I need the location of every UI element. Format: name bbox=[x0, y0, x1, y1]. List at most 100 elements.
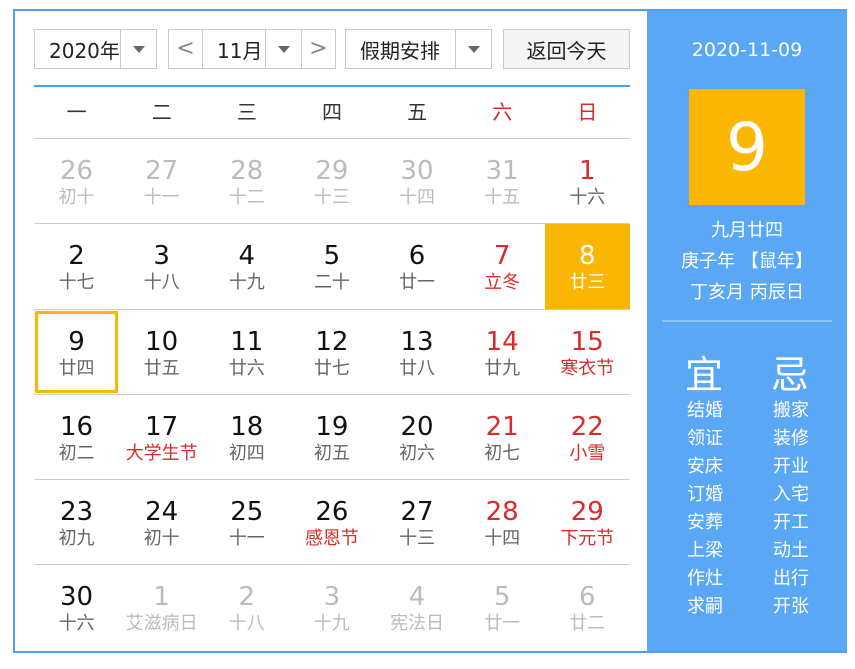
day-cell[interactable]: 4 十九 bbox=[204, 224, 289, 308]
day-cell[interactable]: 30 十六 bbox=[34, 565, 119, 650]
yi-item: 领证 bbox=[687, 428, 723, 449]
lunar-label: 初四 bbox=[228, 442, 265, 464]
yi-list: 结婚 领证 安床 订婚 安葬 上梁 作灶 求嗣 bbox=[675, 397, 735, 621]
day-cell[interactable]: 22 小雪 bbox=[545, 395, 630, 479]
prev-month-button[interactable]: < bbox=[168, 29, 203, 69]
day-number: 27 bbox=[400, 497, 434, 528]
day-number: 29 bbox=[315, 156, 349, 186]
day-cell[interactable]: 3 十九 bbox=[289, 565, 374, 650]
day-cell[interactable]: 21 初七 bbox=[460, 395, 545, 479]
yi-item: 订婚 bbox=[687, 484, 723, 505]
day-cell[interactable]: 15 寒衣节 bbox=[545, 310, 630, 394]
lunar-label: 十八 bbox=[228, 613, 265, 635]
month-dropdown-icon[interactable] bbox=[265, 30, 301, 68]
day-cell[interactable]: 25 十一 bbox=[204, 480, 289, 564]
month-select[interactable]: 11月 bbox=[202, 29, 302, 69]
day-cell[interactable]: 28 十四 bbox=[460, 480, 545, 564]
lunar-label: 廿九 bbox=[484, 357, 521, 379]
lunar-label: 寒衣节 bbox=[560, 357, 615, 379]
lunar-label: 宪法日 bbox=[390, 613, 445, 635]
day-cell[interactable]: 3 十八 bbox=[119, 224, 204, 308]
day-cell[interactable]: 11 廿六 bbox=[204, 310, 289, 394]
ji-item: 开工 bbox=[773, 512, 809, 533]
big-day-number: 9 bbox=[689, 89, 805, 205]
day-cell[interactable]: 12 廿七 bbox=[289, 310, 374, 394]
day-cell[interactable]: 18 初四 bbox=[204, 395, 289, 479]
chevron-right-icon: > bbox=[309, 36, 328, 61]
lunar-label: 初十 bbox=[58, 187, 95, 208]
holiday-select[interactable]: 假期安排 bbox=[345, 29, 492, 69]
ji-heading: 忌 bbox=[771, 353, 810, 397]
day-cell[interactable]: 16 初二 bbox=[34, 395, 119, 479]
lunar-label: 十六 bbox=[569, 187, 606, 208]
day-number: 1 bbox=[153, 582, 170, 613]
day-cell[interactable]: 29 十三 bbox=[289, 139, 374, 223]
day-cell[interactable]: 13 廿八 bbox=[375, 310, 460, 394]
day-cell[interactable]: 26 初十 bbox=[34, 139, 119, 223]
day-cell[interactable]: 6 廿一 bbox=[375, 224, 460, 308]
lunar-label: 十二 bbox=[228, 187, 265, 208]
day-cell[interactable]: 27 十一 bbox=[119, 139, 204, 223]
day-cell[interactable]: 10 廿五 bbox=[119, 310, 204, 394]
week-row: 16 初二 17 大学生节 18 初四 19 初五 20 初六 21 初七 22 小雪 bbox=[34, 395, 630, 481]
day-cell[interactable]: 24 初十 bbox=[119, 480, 204, 564]
day-grid: 26 初十 27 十一 28 十二 29 十三 30 十四 31 十五 1 十六 2 十七 3 十八 4 十九 5 二十 6… bbox=[34, 139, 630, 651]
day-cell[interactable]: 14 廿九 bbox=[460, 310, 545, 394]
lunar-label: 初二 bbox=[58, 442, 95, 464]
year-select[interactable]: 2020年 bbox=[34, 29, 157, 69]
lunar-label: 十四 bbox=[484, 528, 521, 550]
day-cell[interactable]: 31 十五 bbox=[460, 139, 545, 223]
day-cell[interactable]: 5 二十 bbox=[289, 224, 374, 308]
lunar-label: 初六 bbox=[399, 442, 436, 464]
day-cell[interactable]: 8 廿三 bbox=[544, 224, 630, 309]
ji-item: 装修 bbox=[773, 428, 809, 449]
ji-item: 出行 bbox=[773, 568, 809, 589]
day-number: 2 bbox=[238, 582, 256, 613]
day-cell[interactable]: 5 廿一 bbox=[460, 565, 545, 650]
day-cell[interactable]: 6 廿二 bbox=[545, 565, 630, 650]
day-cell[interactable]: 19 初五 bbox=[289, 395, 374, 479]
weekday-label: 日 bbox=[577, 100, 598, 124]
day-cell[interactable]: 1 十六 bbox=[545, 139, 630, 223]
next-month-button[interactable]: > bbox=[301, 29, 336, 69]
day-number: 18 bbox=[230, 411, 264, 442]
day-number: 19 bbox=[315, 411, 349, 442]
day-number: 29 bbox=[570, 497, 604, 528]
week-row: 2 十七 3 十八 4 十九 5 二十 6 廿一 7 立冬 8 廿三 bbox=[34, 224, 630, 310]
yi-item: 安床 bbox=[687, 456, 723, 477]
day-cell[interactable]: 26 感恩节 bbox=[289, 480, 374, 564]
day-cell[interactable]: 27 十三 bbox=[375, 480, 460, 564]
day-number: 16 bbox=[60, 411, 94, 442]
day-cell[interactable]: 30 十四 bbox=[375, 139, 460, 223]
lunar-label: 十三 bbox=[313, 187, 350, 208]
ji-item: 开张 bbox=[773, 596, 809, 617]
lunar-label: 下元节 bbox=[560, 528, 615, 550]
day-cell[interactable]: 23 初九 bbox=[34, 480, 119, 564]
weekday-label: 四 bbox=[321, 100, 342, 124]
day-cell[interactable]: 29 下元节 bbox=[545, 480, 630, 564]
day-cell[interactable]: 20 初六 bbox=[375, 395, 460, 479]
holiday-dropdown-icon[interactable] bbox=[455, 30, 491, 68]
day-number: 3 bbox=[153, 241, 170, 272]
day-cell[interactable]: 7 立冬 bbox=[460, 224, 545, 308]
day-cell[interactable]: 2 十七 bbox=[34, 224, 119, 308]
lunar-label: 小雪 bbox=[569, 442, 606, 464]
divider bbox=[662, 320, 832, 322]
lunar-label: 十五 bbox=[484, 187, 521, 208]
day-cell[interactable]: 28 十二 bbox=[204, 139, 289, 223]
day-cell[interactable]: 1 艾滋病日 bbox=[119, 565, 204, 650]
day-cell[interactable]: 2 十八 bbox=[204, 565, 289, 650]
day-number: 24 bbox=[145, 497, 179, 528]
lunar-label: 初九 bbox=[58, 528, 95, 550]
day-cell[interactable]: 9 廿四 bbox=[34, 310, 119, 394]
day-number: 17 bbox=[145, 411, 179, 442]
day-cell[interactable]: 4 宪法日 bbox=[375, 565, 460, 650]
week-row: 9 廿四 10 廿五 11 廿六 12 廿七 13 廿八 14 廿九 15 寒衣节 bbox=[34, 310, 630, 395]
back-to-today-button[interactable]: 返回今天 bbox=[503, 29, 630, 69]
weekday-label: 三 bbox=[236, 100, 257, 124]
lunar-label: 初五 bbox=[313, 442, 350, 464]
lunar-label: 廿二 bbox=[569, 613, 606, 635]
lunar-label: 十四 bbox=[399, 187, 436, 208]
year-dropdown-icon[interactable] bbox=[120, 30, 156, 68]
day-cell[interactable]: 17 大学生节 bbox=[119, 395, 204, 479]
